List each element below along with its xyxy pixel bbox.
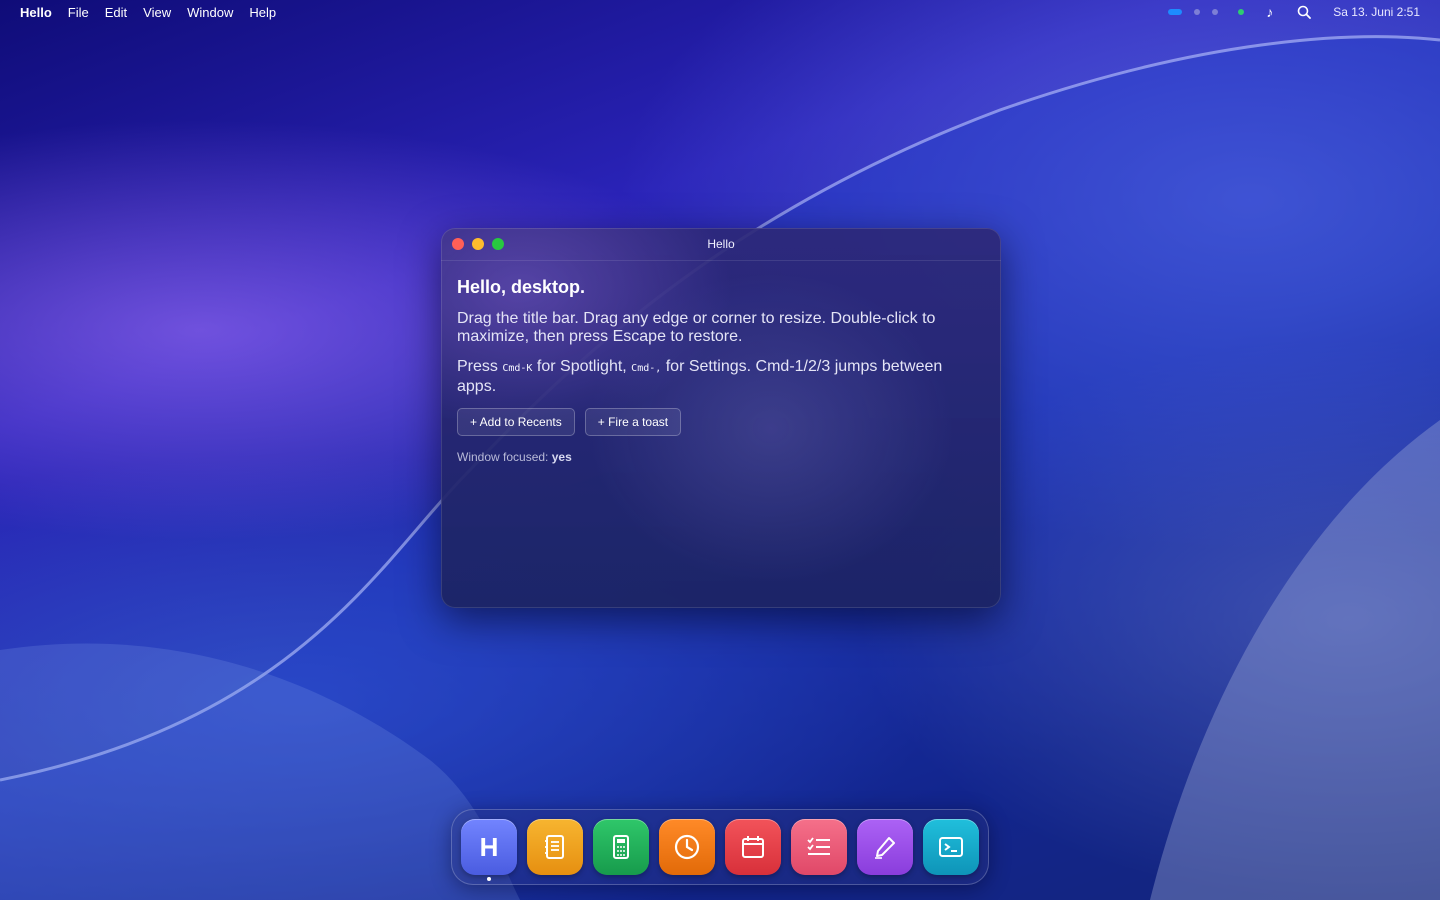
window-titlebar[interactable]: Hello bbox=[441, 228, 1001, 261]
dock-item-calculator[interactable] bbox=[593, 819, 649, 875]
instructions-paragraph: Drag the title bar. Drag any edge or cor… bbox=[457, 310, 936, 345]
menu-file[interactable]: File bbox=[68, 5, 89, 20]
menu-app-name[interactable]: Hello bbox=[20, 5, 52, 20]
dock-item-draw[interactable] bbox=[857, 819, 913, 875]
fire-toast-button[interactable]: + Fire a toast bbox=[584, 408, 682, 436]
menu-edit[interactable]: Edit bbox=[105, 5, 127, 20]
window-title: Hello bbox=[707, 237, 735, 251]
status-green-dot-icon bbox=[1238, 9, 1245, 15]
clock-icon bbox=[674, 834, 700, 860]
close-button[interactable] bbox=[452, 238, 464, 250]
dock: H bbox=[451, 809, 989, 885]
hello-window: Hello Hello, desktop. Drag the title bar… bbox=[441, 228, 1001, 608]
hello-app-letter: H bbox=[479, 831, 499, 862]
calendar-icon bbox=[742, 836, 764, 858]
menu-help[interactable]: Help bbox=[249, 5, 276, 20]
dock-item-hello[interactable]: H bbox=[461, 819, 517, 875]
traffic-lights bbox=[452, 238, 504, 250]
button-row: + Add to Recents + Fire a toast bbox=[457, 408, 985, 436]
press-text: Press bbox=[457, 358, 503, 375]
focus-status: Window focused: yes bbox=[457, 450, 985, 464]
search-icon[interactable] bbox=[1297, 5, 1312, 19]
space-indicator-active[interactable] bbox=[1168, 9, 1183, 15]
maximize-button[interactable] bbox=[492, 238, 504, 250]
minimize-button[interactable] bbox=[472, 238, 484, 250]
space-indicator-2[interactable] bbox=[1194, 9, 1201, 15]
focus-value: yes bbox=[551, 450, 572, 464]
menu-window[interactable]: Window bbox=[187, 5, 233, 20]
shortcut-cmd-k: Cmd-K bbox=[502, 363, 533, 374]
add-to-recents-button[interactable]: + Add to Recents bbox=[457, 408, 575, 436]
window-content: Hello, desktop. Drag the title bar. Drag… bbox=[441, 261, 1001, 464]
focus-label: Window focused: bbox=[457, 450, 549, 464]
shortcut-cmd-comma: Cmd-, bbox=[631, 363, 662, 374]
menu-view[interactable]: View bbox=[143, 5, 171, 20]
music-note-icon[interactable]: ♪ bbox=[1266, 4, 1273, 20]
terminal-icon bbox=[939, 837, 963, 857]
dock-item-calendar[interactable] bbox=[725, 819, 781, 875]
status-area: ♪ Sa 13. Juni 2:51 bbox=[1168, 0, 1420, 24]
spotlight-text: for Spotlight, bbox=[532, 358, 632, 375]
dock-item-notes[interactable] bbox=[527, 819, 583, 875]
window-heading: Hello, desktop. bbox=[457, 277, 586, 297]
checklist-icon bbox=[807, 837, 830, 855]
menu-bar: Hello File Edit View Window Help ♪ Sa 13… bbox=[0, 0, 1440, 24]
calculator-icon bbox=[613, 835, 629, 859]
dock-item-clock[interactable] bbox=[659, 819, 715, 875]
notebook-icon bbox=[545, 835, 564, 859]
menubar-clock[interactable]: Sa 13. Juni 2:51 bbox=[1333, 5, 1420, 19]
dock-item-reminders[interactable] bbox=[791, 819, 847, 875]
shortcuts-paragraph: Press Cmd-K for Spotlight, Cmd-, for Set… bbox=[457, 358, 985, 396]
running-indicator-hello bbox=[487, 877, 491, 881]
pen-icon bbox=[875, 837, 895, 859]
dock-item-terminal[interactable] bbox=[923, 819, 979, 875]
space-indicator-3[interactable] bbox=[1212, 9, 1219, 15]
